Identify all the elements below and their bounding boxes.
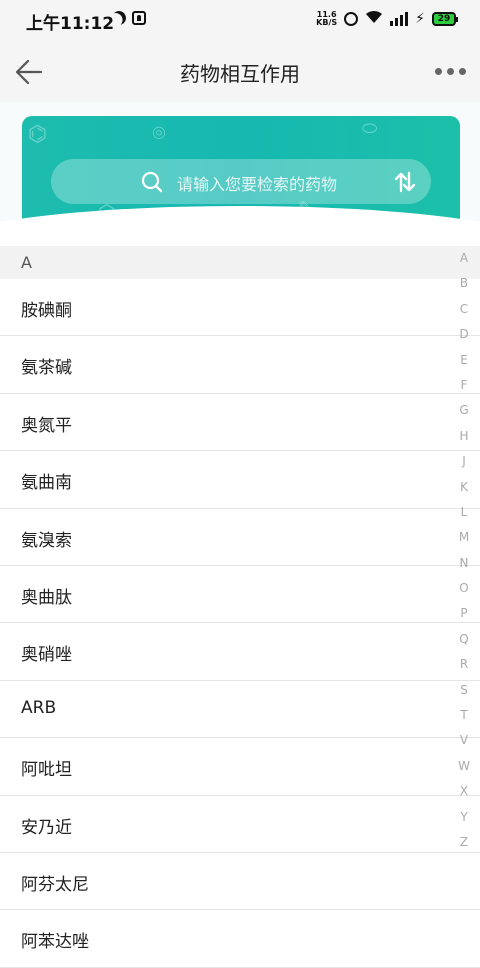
title-bar: 药物相互作用 [0, 40, 480, 102]
charging-bolt-icon: ⚡ [415, 10, 425, 27]
signal-strength-icon [390, 11, 409, 26]
drug-name: 奥曲肽 [21, 587, 72, 608]
search-icon [141, 171, 163, 193]
index-letter[interactable]: Y [460, 807, 467, 832]
list-item[interactable]: 阿苯达唑 [0, 910, 480, 968]
index-letter[interactable]: M [459, 527, 469, 552]
index-letter[interactable]: E [460, 350, 468, 375]
index-letter[interactable]: S [460, 680, 468, 705]
index-letter[interactable]: J [462, 451, 466, 476]
net-speed: 11.6 KB/S [316, 10, 338, 27]
index-letter[interactable]: R [460, 654, 468, 679]
alarm-icon [344, 11, 359, 26]
list-item[interactable]: 胺碘酮 [0, 279, 480, 337]
pill-decoration-icon: ◎ [152, 122, 166, 141]
section-header: A [0, 246, 480, 279]
do-not-disturb-moon-icon [109, 8, 128, 27]
status-left-icons [112, 11, 146, 25]
list-item[interactable]: 氨溴索 [0, 509, 480, 566]
index-letter[interactable]: N [460, 553, 469, 578]
list-item[interactable]: ARB [0, 681, 480, 739]
drug-name: ARB [21, 697, 57, 718]
index-letter[interactable]: Z [460, 832, 468, 857]
drug-name: 氨溴索 [21, 530, 72, 551]
drug-name: 氨茶碱 [21, 358, 72, 379]
drug-name: 阿吡坦 [21, 760, 72, 781]
wifi-icon [365, 10, 383, 27]
drug-list: 胺碘酮 氨茶碱 奥氮平 氨曲南 氨溴索 奥曲肽 奥硝唑 ARB 阿吡坦 安乃近 … [0, 279, 480, 968]
molecule-decoration-icon: ⌬ [28, 122, 48, 147]
index-letter[interactable]: X [460, 781, 468, 806]
search-placeholder: 请输入您要检索的药物 [177, 175, 338, 194]
alphabet-index[interactable]: A B C D E F G H J K L M N O P Q R S T V … [456, 248, 472, 857]
index-letter[interactable]: G [459, 400, 468, 425]
drug-name: 阿芬太尼 [21, 874, 89, 895]
index-letter[interactable]: F [461, 375, 468, 400]
index-letter[interactable]: T [460, 705, 467, 730]
battery-icon: 29 [432, 11, 458, 26]
list-item[interactable]: 氨曲南 [0, 451, 480, 509]
status-time: 上午11:12 [26, 14, 115, 34]
index-letter[interactable]: A [460, 248, 468, 273]
page-title: 药物相互作用 [180, 62, 300, 86]
index-letter[interactable]: P [460, 603, 467, 628]
list-item[interactable]: 氨茶碱 [0, 336, 480, 394]
index-letter[interactable]: L [461, 502, 468, 527]
index-letter[interactable]: O [459, 578, 468, 603]
index-letter[interactable]: V [460, 730, 468, 755]
drug-name: 氨曲南 [21, 473, 72, 494]
status-right-icons: 11.6 KB/S ⚡ 29 [316, 10, 458, 27]
drug-name: 阿苯达唑 [21, 932, 89, 953]
index-letter[interactable]: D [459, 324, 468, 349]
index-letter[interactable]: B [460, 273, 468, 298]
list-item[interactable]: 阿芬太尼 [0, 853, 480, 911]
capsule-decoration-icon: ⬭ [362, 118, 378, 139]
section-letter: A [21, 253, 32, 272]
list-item[interactable]: 阿吡坦 [0, 738, 480, 796]
index-letter[interactable]: W [458, 756, 470, 781]
drug-name: 胺碘酮 [21, 301, 72, 321]
list-item[interactable]: 奥氮平 [0, 394, 480, 452]
list-item[interactable]: 奥曲肽 [0, 566, 480, 624]
index-letter[interactable]: Q [459, 629, 468, 654]
index-letter[interactable]: K [460, 477, 468, 502]
drug-name: 奥氮平 [21, 415, 72, 436]
net-speed-unit: KB/S [316, 17, 338, 27]
status-bar: 上午11:12 11.6 KB/S ⚡ 29 [0, 0, 480, 40]
list-item[interactable]: 奥硝唑 [0, 623, 480, 681]
swap-icon[interactable] [393, 170, 417, 194]
notification-icon [132, 11, 146, 25]
list-item[interactable]: 安乃近 [0, 796, 480, 853]
banner-curve [0, 206, 480, 246]
drug-name: 奥硝唑 [21, 645, 72, 666]
drug-search-input[interactable]: 请输入您要检索的药物 [51, 159, 431, 204]
index-letter[interactable]: H [459, 426, 468, 451]
index-letter[interactable]: C [460, 299, 468, 324]
more-dots-icon[interactable] [435, 68, 466, 75]
drug-name: 安乃近 [21, 817, 72, 838]
